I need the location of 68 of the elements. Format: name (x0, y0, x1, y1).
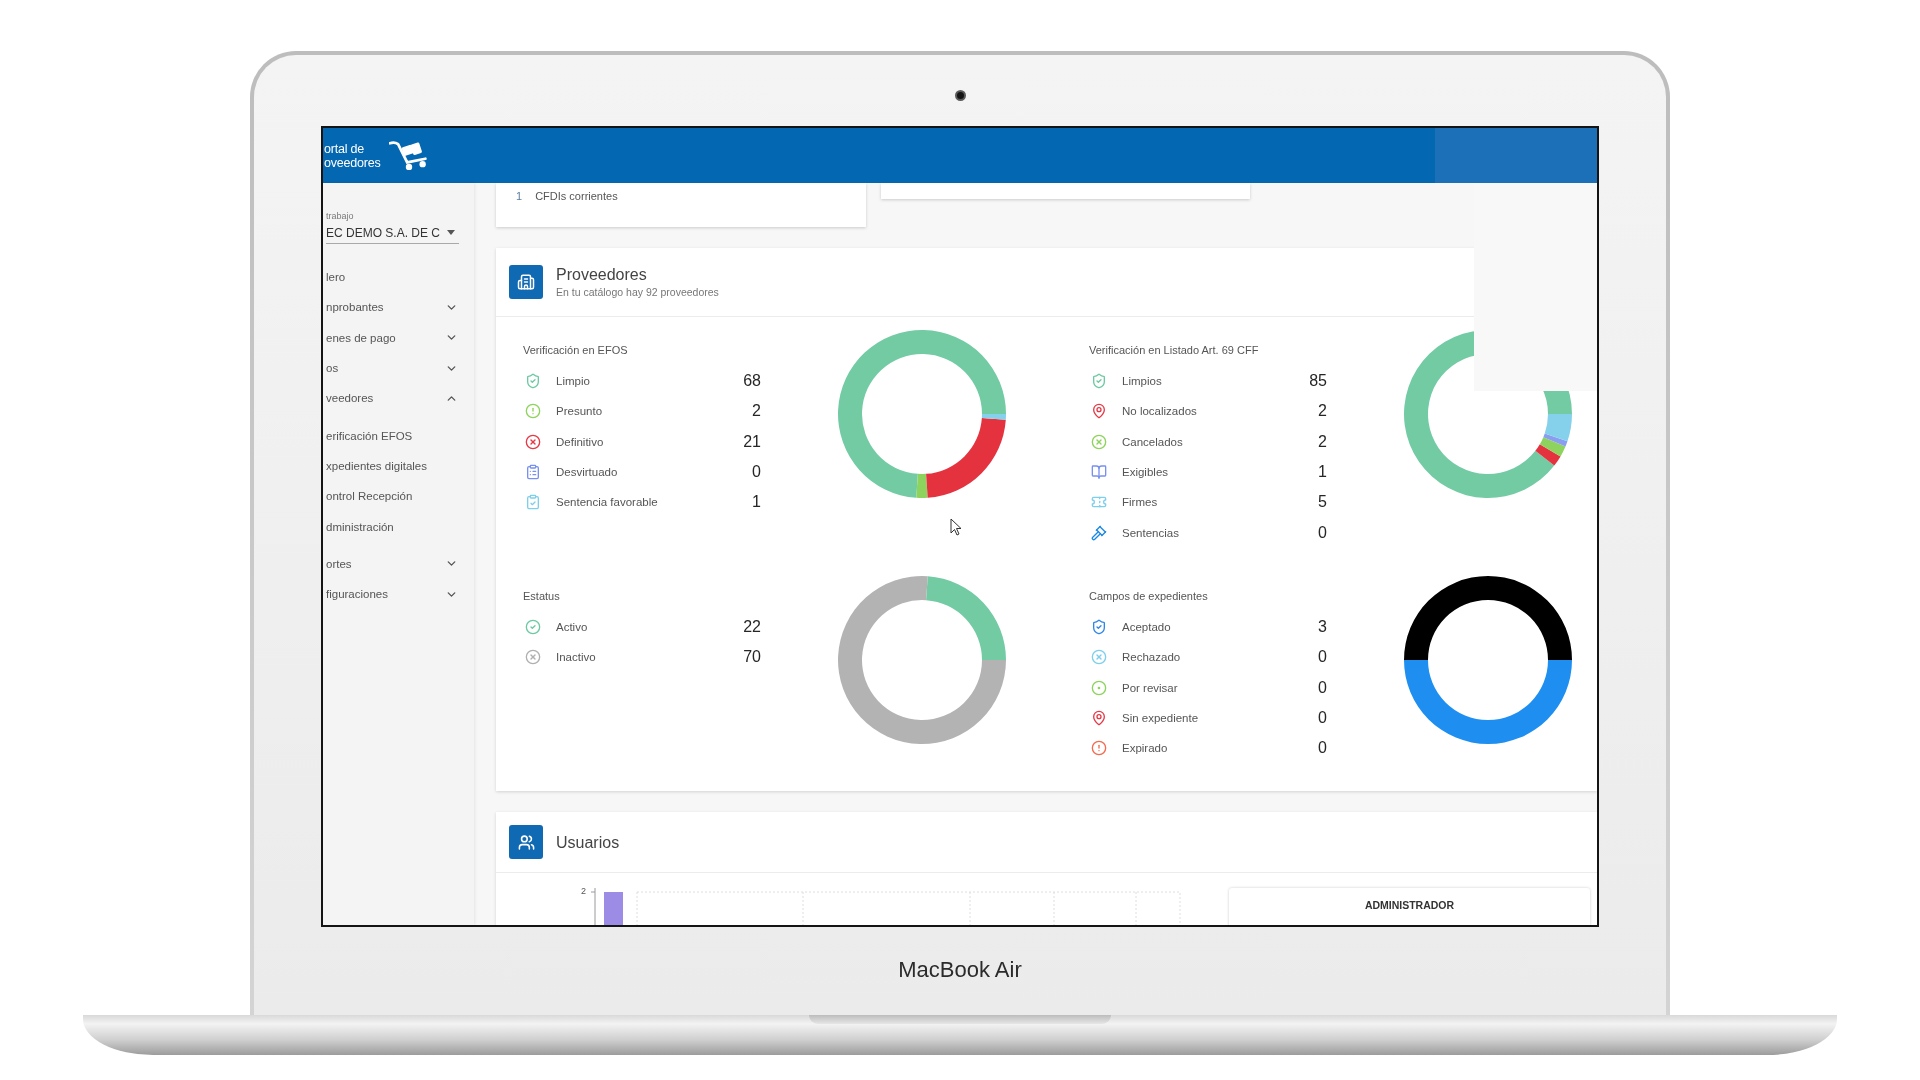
tick-label: 2 (581, 886, 586, 897)
card-subtitle: En tu catálogo hay 92 proveedores (556, 286, 719, 299)
caret-icon (447, 230, 455, 235)
legend-label: Limpios (1122, 375, 1163, 388)
sidebar-item[interactable]: ortes (326, 548, 459, 579)
sidebar-item[interactable]: figuraciones (326, 578, 459, 610)
section-title: Verificación en Listado Art. 69 CFF (1089, 343, 1259, 357)
sidebar-item[interactable]: veedores (326, 383, 459, 414)
legend-count: 5 (1318, 493, 1327, 512)
legend-label: Aceptado (1122, 621, 1172, 634)
legend-label: Firmes (1122, 496, 1159, 509)
legend-count: 3 (1318, 618, 1327, 637)
legend-count: 0 (752, 463, 761, 482)
legend-count: 70 (743, 648, 761, 667)
device-label: MacBook Air (898, 957, 1022, 983)
legend-count: 85 (1309, 372, 1327, 391)
cursor-icon (950, 518, 962, 536)
legend-count: 68 (743, 372, 761, 391)
legend-label: Sentencia favorable (556, 496, 659, 509)
camera-dot-icon (954, 90, 966, 101)
legend-label: Definitivo (556, 435, 605, 448)
logo-text: ortal de oveedores (324, 141, 381, 170)
sidebar-subitem[interactable]: dministración (326, 511, 459, 542)
legend-count: 1 (752, 493, 761, 512)
sidebar-item[interactable]: enes de pago (326, 322, 459, 353)
sidebar-subitem[interactable]: xpedientes digitales (326, 450, 459, 482)
section-title: Verificación en EFOS (523, 343, 628, 357)
legend-label: Presunto (556, 405, 604, 418)
legend-label: Exigibles (1122, 466, 1170, 479)
legend-count: 0 (1318, 709, 1327, 728)
legend-count: 0 (1318, 648, 1327, 667)
sidebar-item[interactable]: nprobantes (326, 292, 459, 323)
legend-label: No localizados (1122, 405, 1198, 418)
role-title: ADMINISTRADOR (1364, 899, 1455, 912)
sidebar-item[interactable]: lero (326, 262, 459, 293)
legend-label: Activo (556, 621, 589, 634)
legend-count: 0 (1318, 678, 1327, 697)
legend-label: Sentencias (1122, 526, 1180, 539)
legend-label: Por revisar (1122, 681, 1179, 694)
legend-label: Inactivo (556, 651, 597, 664)
sidebar-item[interactable]: os (326, 352, 459, 384)
card-title: Proveedores (556, 265, 648, 284)
section-title: Campos de expedientes (1089, 589, 1208, 603)
legend-label: Rechazado (1122, 651, 1182, 664)
sidebar-subitem[interactable]: ontrol Recepción (326, 481, 459, 512)
legend-label: Expirado (1122, 742, 1169, 755)
legend-count: 21 (743, 432, 761, 451)
legend-count: 0 (1318, 523, 1327, 542)
building-icon (509, 265, 543, 299)
legend-count: 2 (1318, 432, 1327, 451)
users-icon (509, 825, 543, 859)
legend-count: 2 (1318, 402, 1327, 421)
card-title: Usuarios (556, 832, 620, 852)
section-title: Estatus (523, 589, 560, 603)
legend-label: Sin expediente (1122, 712, 1200, 725)
legend-count: 22 (743, 618, 761, 637)
row-number: 1 (516, 189, 523, 203)
workspace-label: trabajo (326, 210, 355, 222)
cart-icon (388, 139, 429, 172)
sidebar-subitem[interactable]: erificación EFOS (326, 420, 459, 451)
company-select[interactable]: EC DEMO S.A. DE C (326, 222, 459, 244)
legend-label: Limpio (556, 375, 591, 388)
legend-count: 1 (1318, 463, 1327, 482)
legend-label: Desvirtuado (556, 466, 619, 479)
legend-label: Cancelados (1122, 435, 1184, 448)
legend-count: 0 (1318, 739, 1327, 758)
legend-count: 2 (752, 402, 761, 421)
row-label: CFDIs corrientes (535, 189, 618, 203)
